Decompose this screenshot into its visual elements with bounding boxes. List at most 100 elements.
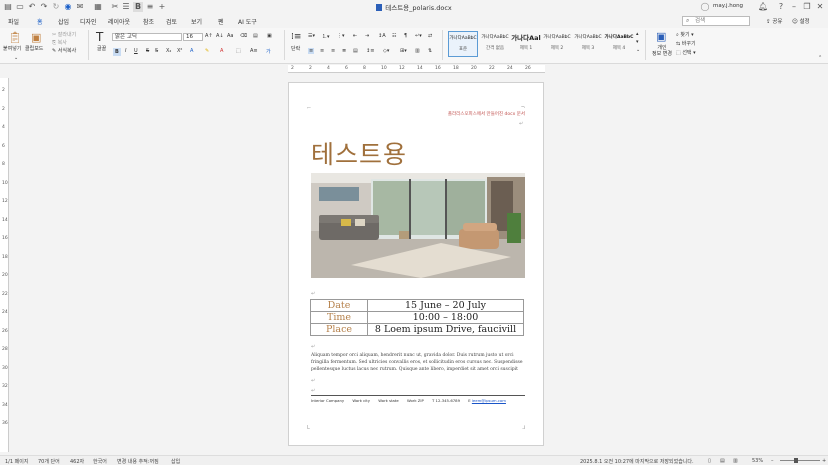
styles-up-icon[interactable]: ▴ bbox=[636, 31, 639, 37]
language[interactable]: 한국어 bbox=[93, 458, 107, 465]
style-heading-4[interactable]: 가나다AaBbC 제목 4 bbox=[604, 31, 634, 57]
tab-review[interactable]: 검토 bbox=[166, 17, 177, 26]
increase-indent-icon[interactable]: ⇥ bbox=[365, 33, 369, 39]
collapse-ribbon-icon[interactable]: ⌃ bbox=[818, 55, 822, 61]
word-count[interactable]: 70개 단어 bbox=[38, 458, 60, 465]
justify-button[interactable]: ≣ bbox=[342, 48, 346, 54]
bullets-icon[interactable]: ☰▾ bbox=[308, 33, 315, 39]
document-page[interactable]: ⌐ ¬ L ⅃ 폴라리스오피스에서 만들어진 docx 문서 ↵ 테스트용 ↵ … bbox=[288, 82, 544, 446]
replace-button[interactable]: ⇆ 바꾸기 bbox=[676, 40, 696, 47]
horizontal-ruler[interactable]: 2 2 4 6 8 10 12 14 16 18 20 22 24 26 bbox=[288, 65, 545, 73]
table-key-time[interactable]: Time bbox=[310, 311, 368, 324]
highlight-icon[interactable]: ▤ bbox=[253, 33, 258, 39]
clipboard-button[interactable]: 클립보드 bbox=[25, 45, 43, 52]
table-key-place[interactable]: Place bbox=[310, 323, 368, 336]
tab-pen[interactable]: 펜 bbox=[218, 17, 224, 26]
align-center-button[interactable]: ≡ bbox=[320, 48, 324, 54]
char-border-icon[interactable]: ▣ bbox=[267, 33, 272, 39]
decrease-indent-icon[interactable]: ⇤ bbox=[353, 33, 357, 39]
bell-icon[interactable]: 🔔︎ bbox=[758, 2, 768, 12]
find-button[interactable]: ⌕ 찾기 ▾ bbox=[676, 31, 694, 38]
zoom-slider-thumb[interactable] bbox=[794, 458, 798, 463]
style-normal[interactable]: 가나다AaBbC 표준 bbox=[448, 31, 478, 57]
zoom-in-icon[interactable]: + bbox=[822, 458, 826, 464]
tab-view[interactable]: 보기 bbox=[191, 17, 202, 26]
font-dialog-button[interactable]: 글꼴 bbox=[97, 45, 106, 52]
search-input[interactable]: ⌕ 검색 bbox=[682, 16, 750, 26]
clipboard-expand-icon[interactable]: ⌄ bbox=[14, 55, 18, 61]
vertical-ruler[interactable]: 2 2 4 6 8 10 12 14 16 18 20 22 24 26 28 30 32 34 36 bbox=[0, 78, 9, 452]
style-heading-3[interactable]: 가나다AaBbC 제목 3 bbox=[573, 31, 603, 57]
line-break-icon[interactable]: ↵▾ bbox=[415, 33, 422, 39]
tab-file[interactable]: 파일 bbox=[8, 17, 19, 26]
track-changes[interactable]: 변경 내용 추적:꺼짐 bbox=[117, 458, 159, 465]
styles-down-icon[interactable]: ▾ bbox=[636, 39, 639, 45]
personal-info-button[interactable]: 개인 정보 변경 bbox=[648, 45, 676, 57]
style-no-spacing[interactable]: 가나다AaBbC 간격 없음 bbox=[480, 31, 510, 57]
font-icon[interactable]: T bbox=[96, 30, 103, 44]
close-icon[interactable]: ✕ bbox=[815, 2, 825, 12]
zoom-level[interactable]: 53% bbox=[752, 458, 763, 464]
print-layout-icon[interactable]: ▤ bbox=[720, 458, 725, 464]
table-value-date[interactable]: 15 June – 20 July bbox=[367, 299, 524, 312]
double-strike-button[interactable]: S̶ bbox=[155, 48, 158, 54]
highlight-color-icon[interactable]: ✎ bbox=[205, 48, 209, 54]
personal-info-icon[interactable]: ▣ bbox=[656, 30, 666, 43]
copy-button[interactable]: ⎘ 복사 bbox=[52, 39, 67, 46]
body-paragraph[interactable]: Aliquam tempor orci aliquam, hendrerit n… bbox=[311, 352, 525, 373]
settings-button[interactable]: ☺ 설정 bbox=[792, 17, 810, 25]
align-right-button[interactable]: ≡ bbox=[331, 48, 335, 54]
insert-mode[interactable]: 삽입 bbox=[171, 458, 180, 465]
table-value-place[interactable]: 8 Loem ipsum Drive, faucivill bbox=[367, 323, 524, 336]
page-count[interactable]: 1/1 페이지 bbox=[5, 458, 28, 465]
bold-button[interactable]: B bbox=[113, 48, 121, 56]
style-heading-2[interactable]: 가나다AaBbC 제목 2 bbox=[542, 31, 572, 57]
subscript-button[interactable]: X₂ bbox=[166, 48, 171, 54]
font-color-icon[interactable]: A bbox=[220, 48, 223, 54]
format-copy-button[interactable]: ✎ 서식복사 bbox=[52, 47, 76, 54]
zoom-out-icon[interactable]: – bbox=[771, 458, 774, 464]
paragraph-icon[interactable]: ⁞≡ bbox=[291, 32, 301, 42]
help-icon[interactable]: ? bbox=[776, 2, 786, 12]
web-layout-icon[interactable]: ▥ bbox=[733, 458, 738, 464]
show-marks-icon[interactable]: ¶ bbox=[404, 33, 407, 39]
select-button[interactable]: ⬚ 선택 ▾ bbox=[676, 49, 696, 56]
tab-insert[interactable]: 삽입 bbox=[58, 17, 69, 26]
tab-home[interactable]: 홈 bbox=[35, 17, 44, 29]
distribute-button[interactable]: ▤ bbox=[353, 48, 358, 54]
columns-icon[interactable]: ▥ bbox=[415, 48, 420, 54]
tab-design[interactable]: 디자인 bbox=[80, 17, 97, 26]
paste-button[interactable]: 붙여넣기 bbox=[3, 45, 21, 52]
paragraph-dialog-button[interactable]: 단락 bbox=[291, 45, 300, 52]
living-room-photo[interactable] bbox=[311, 173, 525, 278]
table-key-date[interactable]: Date bbox=[310, 299, 368, 312]
tab-references[interactable]: 참조 bbox=[143, 17, 154, 26]
styles-more-icon[interactable]: ⌄ bbox=[636, 47, 640, 53]
table-value-time[interactable]: 10:00 – 18:00 bbox=[367, 311, 524, 324]
strike-button[interactable]: S bbox=[146, 48, 149, 54]
sort-icon[interactable]: ↕A bbox=[378, 33, 386, 39]
grow-font-icon[interactable]: A↑ bbox=[205, 33, 213, 39]
borders-icon[interactable]: ⊞▾ bbox=[400, 48, 407, 54]
tab-marks-icon[interactable]: ⇄ bbox=[428, 33, 432, 39]
document-heading[interactable]: 테스트용 bbox=[311, 135, 407, 171]
change-case-icon[interactable]: Aa bbox=[227, 33, 233, 39]
avatar-icon[interactable]: ◯ bbox=[700, 2, 710, 12]
style-heading-1[interactable]: 가나다Aal 제목 1 bbox=[511, 31, 541, 57]
user-name[interactable]: may.j.hong bbox=[713, 3, 743, 9]
italic-button[interactable]: I bbox=[125, 48, 126, 54]
tab-ai-tools[interactable]: AI 도구 bbox=[238, 17, 257, 26]
tab-layout[interactable]: 레이아웃 bbox=[108, 17, 130, 26]
list-indent-icon[interactable]: ☷ bbox=[392, 33, 396, 39]
shrink-font-icon[interactable]: A↓ bbox=[216, 33, 224, 39]
paragraph-shading-icon[interactable]: ◇▾ bbox=[383, 48, 389, 54]
align-left-button[interactable]: ≡ bbox=[308, 48, 315, 54]
cut-button[interactable]: ✂ 잘라내기 bbox=[52, 31, 76, 38]
char-spacing-icon[interactable]: A≡ bbox=[250, 48, 258, 54]
zoom-slider[interactable] bbox=[780, 460, 820, 461]
read-view-icon[interactable]: ▯ bbox=[708, 458, 711, 464]
text-effect-icon[interactable]: A bbox=[190, 48, 193, 54]
font-name-select[interactable]: 맑은 고딕 bbox=[112, 33, 182, 41]
numbering-icon[interactable]: ⒈▾ bbox=[322, 33, 330, 40]
line-spacing-icon[interactable]: ↕≡ bbox=[366, 48, 374, 54]
